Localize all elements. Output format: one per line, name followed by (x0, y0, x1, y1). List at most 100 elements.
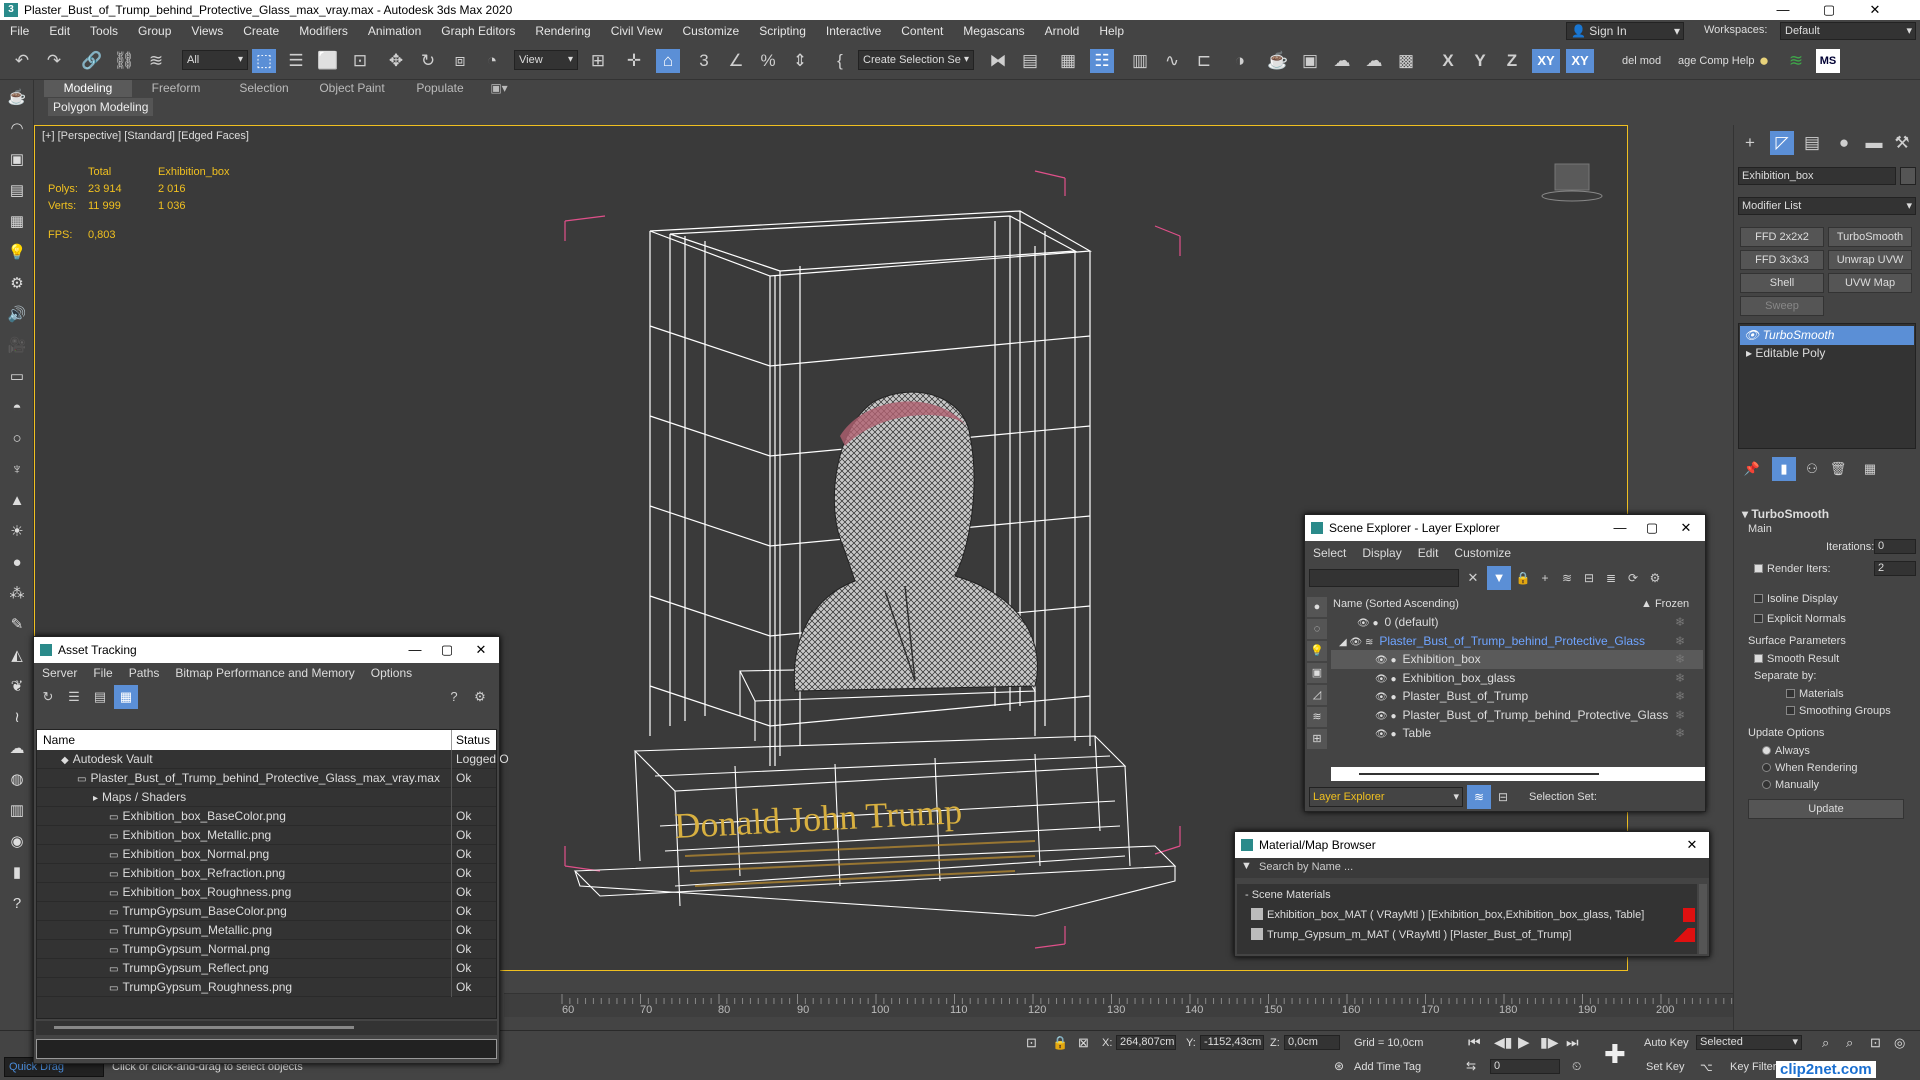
menu-rendering[interactable]: Rendering (525, 24, 600, 38)
asset-row[interactable]: ▭ TrumpGypsum_Roughness.png Ok (37, 978, 496, 997)
material-editor-icon[interactable]: ◑ (1228, 49, 1252, 73)
create-tab-icon[interactable]: + (1738, 131, 1762, 155)
refresh-icon[interactable]: ↻ (36, 685, 60, 709)
orbit-icon[interactable]: ◠ (3, 116, 31, 142)
bind-space-warp-icon[interactable]: ≋ (144, 49, 168, 73)
material-search-input[interactable]: Search by Name ... (1259, 861, 1353, 873)
help-icon[interactable]: ? (3, 891, 31, 917)
new-layer-icon[interactable]: + (1533, 566, 1557, 590)
tab-populate[interactable]: Populate (396, 80, 484, 97)
scene-object-row[interactable]: 👁 ● Plaster_Bust_of_Trump ❄ (1331, 687, 1703, 706)
material-browser-titlebar[interactable]: Material/Map Browser ✕ (1235, 832, 1709, 858)
time-tag-icon[interactable]: ⊛ (1334, 1059, 1344, 1073)
next-frame-icon[interactable]: ▮▶ (1540, 1034, 1558, 1051)
select-manipulate-icon[interactable]: ✛ (622, 49, 646, 73)
unlink-icon[interactable]: ⛓ (112, 49, 136, 73)
eye-icon[interactable]: 👁 ● (1375, 655, 1397, 666)
workspaces-dropdown[interactable]: Default ▾ (1780, 22, 1916, 40)
freeze-icon[interactable]: ❄ (1675, 706, 1685, 725)
menu-display[interactable]: Display (1354, 546, 1409, 560)
del-mod-button[interactable]: del mod (1622, 55, 1661, 67)
ribbon-toggle-icon[interactable]: ▥ (1128, 49, 1152, 73)
minimize-button[interactable]: — (400, 637, 430, 663)
options-icon[interactable]: ⚙ (1643, 566, 1667, 590)
utilities-tab-icon[interactable]: ⚒ (1890, 131, 1914, 155)
particles-icon[interactable]: ⁂ (3, 581, 31, 607)
percent-snap-icon[interactable]: % (756, 49, 780, 73)
explicit-normals-checkbox[interactable]: Explicit Normals (1754, 613, 1846, 625)
tab-freeform[interactable]: Freeform (132, 80, 220, 97)
rotate-icon[interactable]: ↻ (416, 49, 440, 73)
minimize-button[interactable]: — (1760, 0, 1806, 20)
key-filter-icon[interactable]: ⌥ (1700, 1061, 1713, 1074)
audio-icon[interactable]: 🔊 (3, 302, 31, 328)
freeze-icon[interactable]: ❄ (1675, 650, 1685, 669)
when-rendering-radio[interactable]: When Rendering (1762, 762, 1858, 774)
menu-options[interactable]: Options (363, 666, 420, 680)
go-to-start-icon[interactable]: ⏮ (1468, 1034, 1481, 1051)
eye-icon[interactable]: 👁 ● (1375, 729, 1397, 740)
asset-row[interactable]: ▭ TrumpGypsum_BaseColor.png Ok (37, 902, 496, 921)
window-crossing-icon[interactable]: ⊡ (348, 49, 372, 73)
menu-group[interactable]: Group (128, 24, 181, 38)
menu-civil-view[interactable]: Civil View (601, 24, 673, 38)
minimize-button[interactable]: — (1605, 515, 1635, 541)
freeze-icon[interactable]: ❄ (1675, 687, 1685, 706)
axis-x-button[interactable]: X (1436, 49, 1460, 73)
layer-explorer-icon[interactable]: ☷ (1090, 49, 1114, 73)
sphere-icon[interactable]: ○ (3, 426, 31, 452)
z-coordinate-field[interactable]: 0,0cm (1284, 1035, 1340, 1050)
asset-row[interactable]: ▭ Exhibition_box_Roughness.png Ok (37, 883, 496, 902)
scene-object-row[interactable]: 👁 ● 0 (default) ❄ (1331, 613, 1703, 632)
add-time-tag[interactable]: Add Time Tag (1354, 1061, 1421, 1073)
schematic-view-icon[interactable]: ⊏ (1192, 49, 1216, 73)
edit-named-selection-icon[interactable]: { (828, 49, 852, 73)
render-grid-icon[interactable]: ▩ (1394, 49, 1418, 73)
scrollbar-thumb[interactable] (54, 1026, 354, 1029)
display-shapes-icon[interactable]: ◌ (1307, 619, 1327, 639)
asset-row[interactable]: ▭ TrumpGypsum_Reflect.png Ok (37, 959, 496, 978)
key-mode-icon[interactable]: ⇆ (1466, 1059, 1476, 1073)
menu-views[interactable]: Views (181, 24, 233, 38)
motion-tab-icon[interactable]: ● (1832, 131, 1856, 155)
book-icon[interactable]: ▮ (3, 860, 31, 886)
sweep-button[interactable]: Sweep (1740, 296, 1824, 316)
menu-customize[interactable]: Customize (673, 24, 750, 38)
select-object-icon[interactable]: ⬚ (252, 49, 276, 73)
layer-mode-icon[interactable]: ≋ (1467, 785, 1491, 809)
render-iterative-icon[interactable]: ☁ (1362, 49, 1386, 73)
table-view-icon[interactable]: ▦ (114, 685, 138, 709)
filter-icon[interactable]: ▼ (1487, 566, 1511, 590)
sync-icon[interactable]: ⟳ (1621, 566, 1645, 590)
scene-scrollbar[interactable] (1331, 767, 1705, 781)
scene-object-row[interactable]: 👁 ● Exhibition_box ❄ (1331, 650, 1703, 669)
display-lights-icon[interactable]: 💡 (1307, 641, 1327, 661)
asset-row[interactable]: ▸ Maps / Shaders (37, 788, 496, 807)
menu-arnold[interactable]: Arnold (1035, 24, 1090, 38)
maximize-button[interactable]: ▢ (1637, 515, 1667, 541)
menu-scripting[interactable]: Scripting (749, 24, 816, 38)
scene-explorer-titlebar[interactable]: Scene Explorer - Layer Explorer — ▢ ✕ (1305, 515, 1705, 541)
dome-icon[interactable]: ◓ (3, 395, 31, 421)
mirror-icon[interactable]: ⧓ (986, 49, 1010, 73)
explorer-type-dropdown[interactable]: Layer Explorer ▾ (1309, 787, 1463, 807)
smooth-result-checkbox[interactable]: Smooth Result (1754, 653, 1839, 665)
material-item[interactable]: Trump_Gypsum_m_MAT ( VRayMtl ) [Plaster_… (1251, 926, 1695, 945)
render-iters-checkbox[interactable]: Render Iters: (1754, 563, 1831, 575)
eye-icon[interactable]: 👁 ● (1375, 692, 1397, 703)
menu-tools[interactable]: Tools (80, 24, 128, 38)
current-frame-field[interactable]: 0 (1490, 1059, 1560, 1074)
place-icon[interactable]: ◔ (480, 49, 504, 73)
stack-icon[interactable]: ▥ (3, 798, 31, 824)
zoom-extents-icon[interactable]: ⊡ (1870, 1035, 1881, 1051)
asset-path-field[interactable] (36, 1039, 497, 1059)
ffd-3x3x3-button[interactable]: FFD 3x3x3 (1740, 250, 1824, 270)
ms-button[interactable]: MS (1816, 49, 1840, 73)
absolute-mode-icon[interactable]: ⊠ (1078, 1035, 1089, 1051)
menu-file[interactable]: File (0, 24, 39, 38)
asset-row[interactable]: ▭ Plaster_Bust_of_Trump_behind_Protective… (37, 769, 496, 788)
scene-object-row[interactable]: 👁 ● Table ❄ (1331, 724, 1703, 743)
previous-frame-icon[interactable]: ◀▮ (1494, 1034, 1512, 1051)
column-status[interactable]: Status (451, 730, 490, 750)
configure-sets-icon[interactable]: ▦ (1858, 457, 1882, 481)
